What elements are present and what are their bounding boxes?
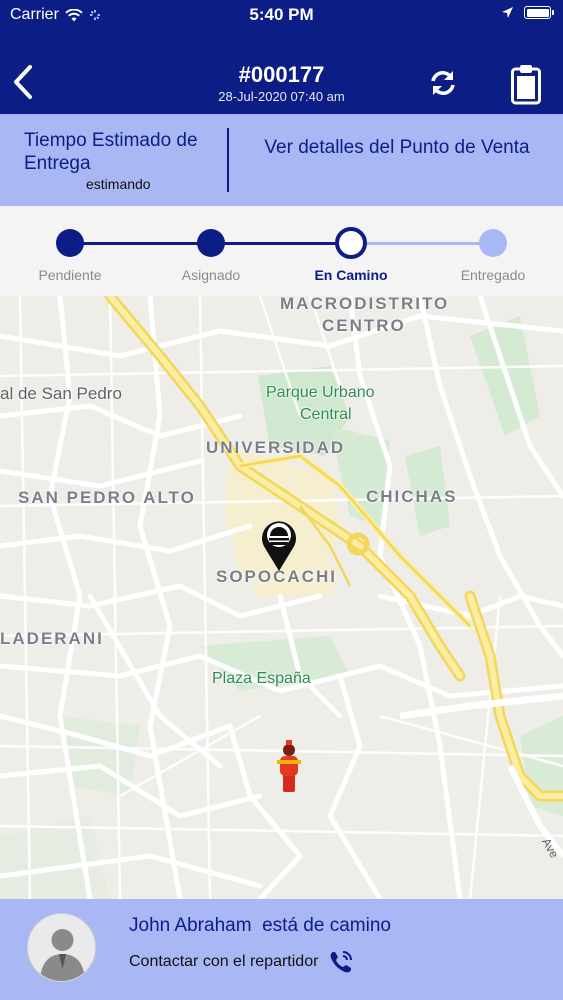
map-label-parque: Parque Urbano	[266, 384, 375, 401]
driver-avatar	[27, 913, 96, 982]
map-label-parque-2: Central	[300, 406, 352, 423]
order-date: 28-Jul-2020 07:40 am	[218, 89, 345, 104]
map-label-san-pedro-alto: SAN PEDRO ALTO	[18, 488, 196, 507]
map-label-laderani: LADERANI	[0, 629, 104, 648]
driver-status-line: John Abraham está de camino	[129, 915, 391, 937]
step-node-pendiente	[56, 229, 84, 257]
avatar-silhouette-icon	[40, 929, 85, 981]
map-label-universidad: UNIVERSIDAD	[206, 438, 346, 457]
map-label-macrodistrito: MACRODISTRITO	[280, 296, 450, 313]
contact-driver-label: Contactar con el repartidor	[129, 953, 319, 970]
driver-name: John Abraham	[129, 915, 252, 936]
step-node-asignado	[197, 229, 225, 257]
order-progress-stepper: Pendiente Asignado En Camino Entregado	[0, 206, 563, 296]
phone-call-icon[interactable]	[328, 949, 354, 975]
eta-title: Tiempo Estimado de Entrega	[24, 130, 198, 174]
map-label-san-pedro: al de San Pedro	[0, 384, 122, 403]
status-time: 5:40 PM	[249, 5, 314, 24]
step-label-entregado: Entregado	[460, 267, 526, 283]
app-header: Carrier 5:40 PM #000177 28-Jul-2020 07:4…	[0, 0, 563, 114]
eta-status: estimando	[86, 176, 151, 192]
delivery-driver-marker-icon[interactable]	[274, 736, 304, 796]
map-label-plaza-espana: Plaza España	[212, 670, 311, 687]
delivery-map[interactable]: MACRODISTRITO CENTRO al de San Pedro Par…	[0, 296, 563, 899]
step-label-pendiente: Pendiente	[38, 267, 102, 283]
info-divider	[227, 128, 229, 192]
point-of-sale-details-button[interactable]: Ver detalles del Punto de Venta	[232, 136, 562, 160]
step-node-en-camino	[335, 227, 367, 259]
step-node-entregado	[479, 229, 507, 257]
delivery-info-band: Tiempo Estimado de Entrega estimando Ver…	[0, 114, 563, 206]
driver-footer: John Abraham está de camino Contactar co…	[0, 899, 563, 1000]
contact-driver-button[interactable]: Contactar con el repartidor	[129, 949, 354, 975]
location-arrow-icon	[502, 7, 513, 18]
status-bar: Carrier 5:40 PM	[0, 0, 563, 30]
order-number: #000177	[238, 62, 325, 87]
progress-track-pending	[351, 242, 493, 245]
step-label-en-camino: En Camino	[314, 267, 388, 283]
step-label-asignado: Asignado	[181, 267, 241, 283]
map-label-centro: CENTRO	[322, 316, 406, 335]
map-label-chichas: CHICHAS	[366, 487, 458, 506]
store-location-pin-icon[interactable]	[259, 516, 299, 572]
refresh-icon[interactable]	[428, 68, 458, 98]
driver-status: está de camino	[262, 915, 391, 936]
battery-icon	[524, 6, 554, 19]
clipboard-icon[interactable]	[510, 63, 542, 105]
